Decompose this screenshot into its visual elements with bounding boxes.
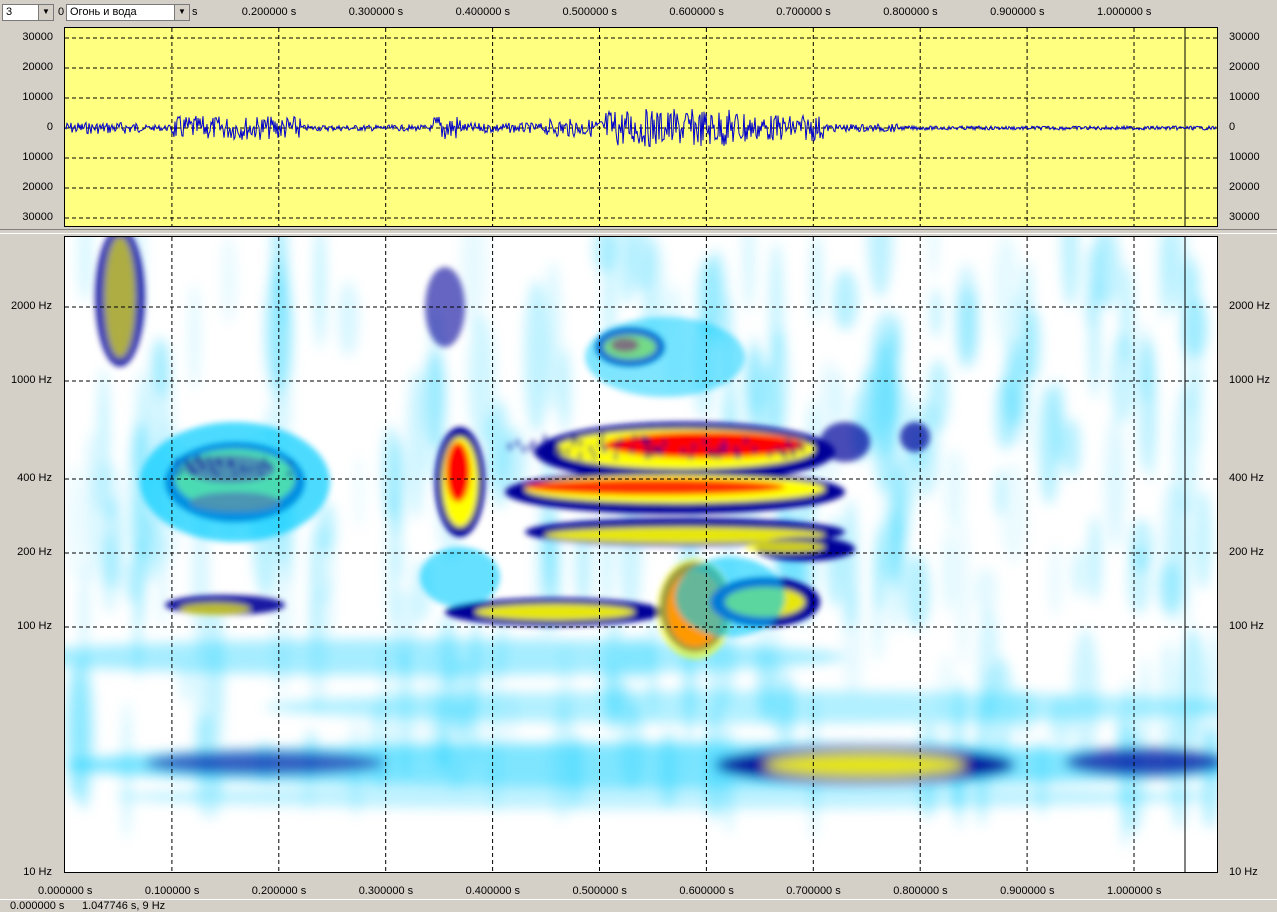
bottom-time-tick-label: 0.800000 s [893, 885, 948, 897]
bottom-time-tick-label: 0.900000 s [1000, 885, 1055, 897]
track-select-value: Огонь и вода [70, 6, 137, 18]
frequency-tick-label-left: 400 Hz [17, 472, 52, 484]
top-time-tick-label: 1.000000 s [1097, 6, 1152, 18]
top-time-tick-label: 0.600000 s [669, 6, 724, 18]
waveform-panel[interactable] [64, 27, 1218, 227]
frequency-tick-label-right: 100 Hz [1229, 620, 1264, 632]
amplitude-tick-label-right: 0 [1229, 121, 1236, 133]
amplitude-tick-label-left: 20000 [22, 61, 53, 73]
status-cursor-time: 0.000000 s [10, 900, 65, 912]
chevron-down-icon[interactable]: ▼ [38, 5, 53, 20]
frequency-tick-label-left: 200 Hz [17, 546, 52, 558]
bottom-time-tick-label: 0.700000 s [786, 885, 841, 897]
top-time-tick-label: 0.800000 s [883, 6, 938, 18]
top-time-tick-label: 0.400000 s [455, 6, 511, 18]
waveform-trace [65, 109, 1217, 148]
frequency-tick-label-left: 10 Hz [23, 866, 52, 878]
amplitude-tick-label-left: 30000 [22, 31, 53, 43]
bottom-time-tick-label: 0.300000 s [358, 885, 414, 897]
frequency-tick-label-left: 2000 Hz [11, 300, 52, 312]
top-time-tick-label: 0.300000 s [348, 6, 404, 18]
channel-select-value: 3 [6, 6, 13, 18]
bottom-time-tick-label: 1.000000 s [1107, 885, 1162, 897]
panel-divider[interactable] [0, 229, 1277, 234]
frequency-tick-label-right: 2000 Hz [1229, 300, 1270, 312]
frequency-tick-label-right: 400 Hz [1229, 472, 1264, 484]
clipped-top-tick: s [192, 6, 198, 18]
waveform-plot [65, 28, 1217, 226]
amplitude-tick-label-right: 20000 [1229, 61, 1260, 73]
bottom-time-tick-label: 0.600000 s [679, 885, 734, 897]
clipped-axis-label: 0 [58, 6, 65, 18]
amplitude-tick-label-left: 10000 [22, 91, 53, 103]
amplitude-tick-label-left: 0 [46, 121, 53, 133]
status-position-info: 1.047746 s, 9 Hz [82, 900, 166, 912]
amplitude-tick-label-right: 30000 [1229, 211, 1260, 223]
frequency-tick-label-left: 100 Hz [17, 620, 52, 632]
track-select[interactable]: Огонь и вода ▼ [66, 4, 190, 21]
spectrogram-plot [65, 237, 1217, 872]
frequency-tick-label-right: 10 Hz [1229, 866, 1258, 878]
amplitude-tick-label-left: 30000 [22, 211, 53, 223]
status-bar: 0.000000 s 1.047746 s, 9 Hz [0, 899, 1277, 912]
top-time-tick-label: 0.200000 s [241, 6, 297, 18]
frequency-tick-label-right: 200 Hz [1229, 546, 1264, 558]
bottom-time-tick-label: 0.400000 s [465, 885, 521, 897]
bottom-time-tick-label: 0.500000 s [572, 885, 627, 897]
frequency-tick-label-left: 1000 Hz [11, 374, 52, 386]
amplitude-tick-label-right: 10000 [1229, 91, 1260, 103]
top-time-tick-label: 0.700000 s [776, 6, 831, 18]
bottom-time-tick-label: 0.100000 s [144, 885, 200, 897]
channel-select[interactable]: 3 ▼ [2, 4, 54, 21]
bottom-time-tick-label: 0.000000 s [38, 885, 93, 897]
amplitude-tick-label-right: 20000 [1229, 181, 1260, 193]
amplitude-tick-label-right: 10000 [1229, 151, 1260, 163]
amplitude-tick-label-left: 20000 [22, 181, 53, 193]
spectrogram-panel[interactable] [64, 236, 1218, 873]
frequency-tick-label-right: 1000 Hz [1229, 374, 1270, 386]
chevron-down-icon[interactable]: ▼ [174, 5, 189, 20]
top-time-tick-label: 0.500000 s [562, 6, 617, 18]
bottom-time-tick-label: 0.200000 s [251, 885, 307, 897]
top-time-tick-label: 0.900000 s [990, 6, 1045, 18]
amplitude-tick-label-right: 30000 [1229, 31, 1260, 43]
amplitude-tick-label-left: 10000 [22, 151, 53, 163]
